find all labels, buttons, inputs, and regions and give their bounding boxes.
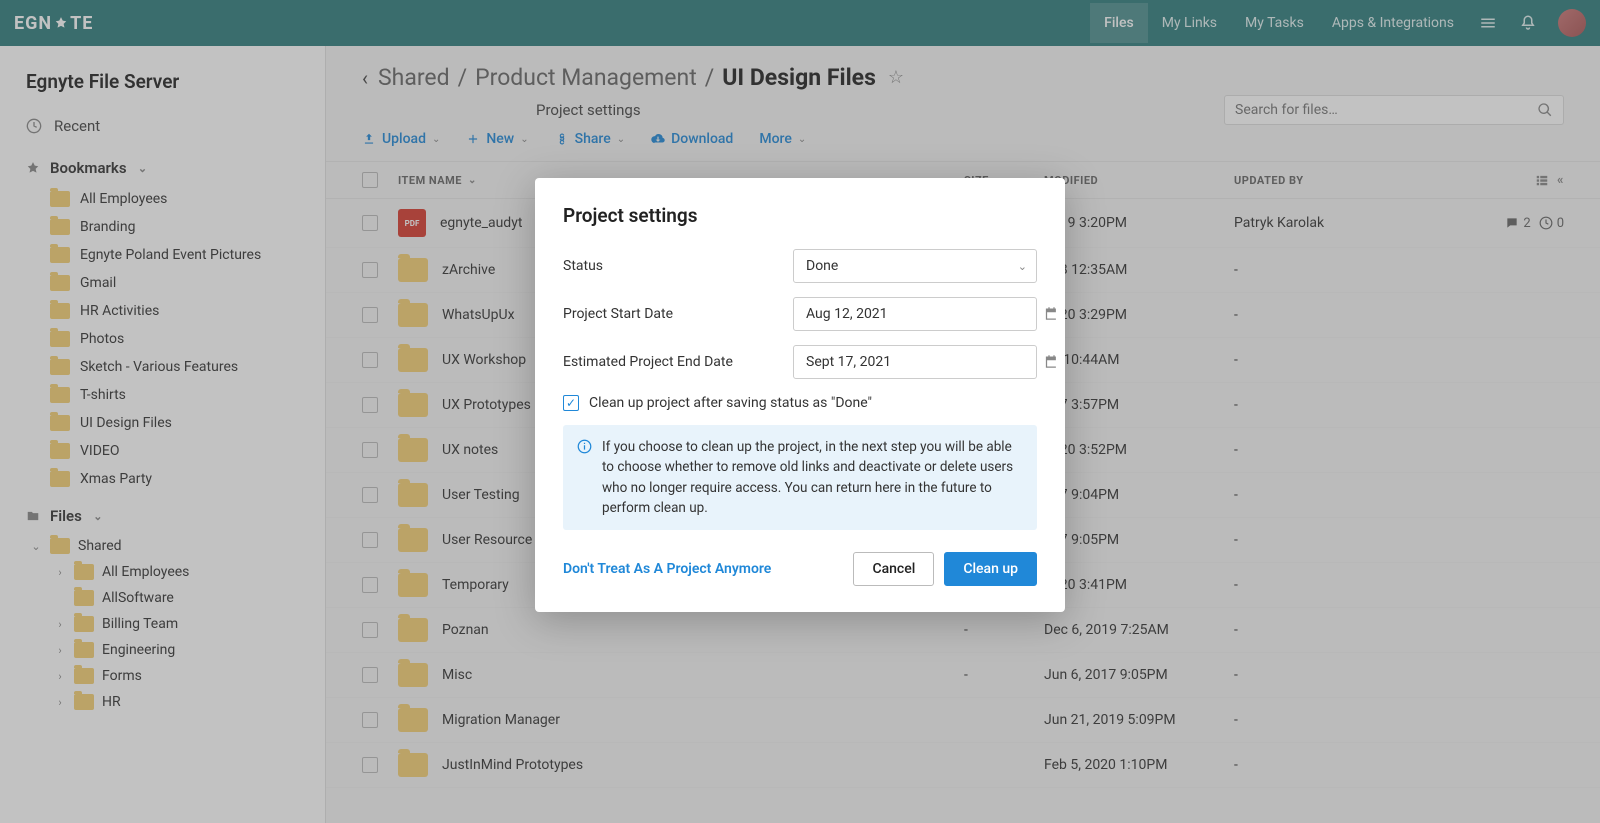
cleanup-checkbox-label: Clean up project after saving status as … [589, 395, 872, 411]
end-date-label: Estimated Project End Date [563, 354, 793, 370]
cancel-button[interactable]: Cancel [853, 552, 934, 586]
status-select[interactable]: Done [793, 249, 1037, 283]
dont-treat-link[interactable]: Don't Treat As A Project Anymore [563, 561, 771, 577]
calendar-icon[interactable] [1044, 354, 1059, 373]
start-date-input[interactable] [793, 297, 1037, 331]
info-icon [577, 439, 592, 454]
calendar-icon[interactable] [1044, 306, 1059, 325]
end-date-input[interactable] [793, 345, 1037, 379]
project-settings-modal: Project settings Status Done ⌄ Project S… [535, 178, 1065, 612]
modal-overlay[interactable]: Project settings Status Done ⌄ Project S… [0, 0, 1600, 823]
modal-title: Project settings [563, 204, 1037, 227]
cleanup-button[interactable]: Clean up [944, 552, 1037, 586]
info-box: If you choose to clean up the project, i… [563, 425, 1037, 530]
cleanup-checkbox[interactable]: ✓ [563, 395, 579, 411]
start-date-label: Project Start Date [563, 306, 793, 322]
status-label: Status [563, 258, 793, 274]
